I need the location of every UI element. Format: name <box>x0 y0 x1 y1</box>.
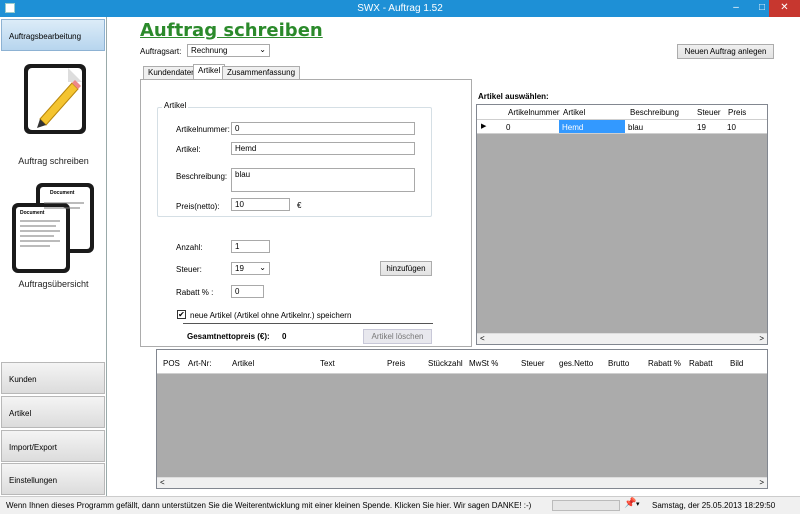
steuer-select[interactable]: 19 ⌄ <box>231 262 270 275</box>
chevron-down-icon: ⌄ <box>259 263 266 272</box>
artikel-label: Artikel: <box>176 145 201 154</box>
nav-artikel[interactable]: Artikel <box>1 396 105 428</box>
pin-icon[interactable]: 📌 <box>624 498 636 509</box>
nav-import-export[interactable]: Import/Export <box>1 430 105 462</box>
save-new-articles-label: neue Artikel (Artikel ohne Artikelnr.) s… <box>190 311 352 320</box>
order-positions-grid[interactable]: POS Art-Nr: Artikel Text Preis Stückzahl… <box>156 349 768 489</box>
scroll-left-icon[interactable]: < <box>480 334 485 343</box>
col-bild[interactable]: Bild <box>730 359 743 368</box>
col-mwst[interactable]: MwSt % <box>469 359 498 368</box>
col-steuer[interactable]: Steuer <box>697 108 721 117</box>
auftragsuebersicht-icon[interactable]: Document Document <box>10 181 98 275</box>
table-row[interactable]: ▶ 0 Hemd blau 19 10 <box>477 120 767 134</box>
article-select-title: Artikel auswählen: <box>478 92 549 101</box>
article-select-hscrollbar[interactable]: < > <box>477 333 767 344</box>
col-text[interactable]: Text <box>320 359 335 368</box>
minimize-button[interactable]: – <box>723 0 749 17</box>
preis-input[interactable]: 10 <box>231 198 290 211</box>
artikelnummer-input[interactable]: 0 <box>231 122 415 135</box>
title-bar: SWX - Auftrag 1.52 – □ ✕ <box>0 0 800 17</box>
chevron-down-icon[interactable]: ▾ <box>636 500 640 508</box>
status-bar: Wenn Ihnen dieses Programm gefällt, dann… <box>0 496 800 514</box>
col-steuer[interactable]: Steuer <box>521 359 545 368</box>
doc-title-front: Document <box>20 210 45 216</box>
cell-steuer[interactable]: 19 <box>697 123 706 132</box>
order-grid-header: POS Art-Nr: Artikel Text Preis Stückzahl… <box>157 350 767 374</box>
delete-article-button[interactable]: Artikel löschen <box>363 329 432 344</box>
currency-symbol: € <box>297 201 302 210</box>
cell-preis[interactable]: 10 <box>727 123 736 132</box>
nav-einstellungen[interactable]: Einstellungen <box>1 463 105 495</box>
beschreibung-input[interactable]: blau <box>231 168 415 192</box>
nav-auftragsbearbeitung[interactable]: Auftragsbearbeitung <box>1 19 105 51</box>
left-navigation: Auftragsbearbeitung Auftrag schreiben Do… <box>0 17 107 496</box>
auftragsart-value: Rechnung <box>191 46 228 55</box>
col-artikelnummer[interactable]: Artikelnummer <box>508 108 560 117</box>
col-art-nr[interactable]: Art-Nr: <box>188 359 212 368</box>
anzahl-input[interactable]: 1 <box>231 240 270 253</box>
col-artikel[interactable]: Artikel <box>563 108 585 117</box>
scroll-right-icon[interactable]: > <box>759 334 764 343</box>
artikel-group-title: Artikel <box>162 101 189 110</box>
article-select-grid[interactable]: Artikelnummer Artikel Beschreibung Steue… <box>476 104 768 345</box>
divider <box>183 323 433 324</box>
preis-label: Preis(netto): <box>176 202 220 211</box>
add-article-button[interactable]: hinzufügen <box>380 261 432 276</box>
col-artikel[interactable]: Artikel <box>232 359 254 368</box>
new-order-button[interactable]: Neuen Auftrag anlegen <box>677 44 774 59</box>
auftragsart-label: Auftragsart: <box>140 47 182 56</box>
page-title: Auftrag schreiben <box>140 20 323 41</box>
row-indicator-icon: ▶ <box>481 123 487 130</box>
col-preis[interactable]: Preis <box>728 108 746 117</box>
cell-artikel-selected[interactable]: Hemd <box>559 120 625 133</box>
scroll-left-icon[interactable]: < <box>160 478 165 487</box>
rabatt-label: Rabatt % : <box>176 288 214 297</box>
artikelnummer-label: Artikelnummer: <box>176 125 230 134</box>
article-select-header: Artikelnummer Artikel Beschreibung Steue… <box>477 105 767 120</box>
order-grid-hscrollbar[interactable]: < > <box>157 477 767 488</box>
tab-kundendaten[interactable]: Kundendaten <box>143 66 201 79</box>
col-beschreibung[interactable]: Beschreibung <box>630 108 679 117</box>
donation-message[interactable]: Wenn Ihnen dieses Programm gefällt, dann… <box>6 501 531 510</box>
artikel-input[interactable]: Hemd <box>231 142 415 155</box>
tab-artikel[interactable]: Artikel <box>193 64 226 79</box>
col-pos[interactable]: POS <box>163 359 180 368</box>
nav-auftrag-schreiben[interactable]: Auftrag schreiben <box>0 156 107 166</box>
total-value: 0 <box>282 332 287 341</box>
nav-auftragsuebersicht[interactable]: Auftragsübersicht <box>0 279 107 289</box>
nav-kunden[interactable]: Kunden <box>1 362 105 394</box>
cell-beschreibung[interactable]: blau <box>628 123 643 132</box>
close-button[interactable]: ✕ <box>769 0 800 17</box>
col-rabatt-prozent[interactable]: Rabatt % <box>648 359 681 368</box>
col-brutto[interactable]: Brutto <box>608 359 629 368</box>
col-rabatt[interactable]: Rabatt <box>689 359 713 368</box>
rabatt-input[interactable]: 0 <box>231 285 264 298</box>
col-ges-netto[interactable]: ges.Netto <box>559 359 593 368</box>
steuer-value: 19 <box>235 264 244 273</box>
total-label: Gesamtnettopreis (€): <box>187 332 270 341</box>
progress-bar <box>552 500 620 511</box>
auftrag-schreiben-icon[interactable] <box>20 61 92 139</box>
steuer-label: Steuer: <box>176 265 202 274</box>
beschreibung-label: Beschreibung: <box>176 172 228 181</box>
auftragsart-select[interactable]: Rechnung ⌄ <box>187 44 270 57</box>
save-new-articles-checkbox[interactable]: ✔ <box>177 310 186 319</box>
tab-zusammenfassung[interactable]: Zusammenfassung <box>222 66 301 79</box>
col-preis[interactable]: Preis <box>387 359 405 368</box>
chevron-down-icon: ⌄ <box>259 45 266 54</box>
scroll-right-icon[interactable]: > <box>759 478 764 487</box>
window-title: SWX - Auftrag 1.52 <box>357 3 443 14</box>
cell-artikelnummer[interactable]: 0 <box>506 123 510 132</box>
doc-title-back: Document <box>50 190 75 196</box>
status-datetime: Samstag, der 25.05.2013 18:29:50 <box>652 501 776 510</box>
col-stueckzahl[interactable]: Stückzahl <box>428 359 463 368</box>
anzahl-label: Anzahl: <box>176 243 203 252</box>
